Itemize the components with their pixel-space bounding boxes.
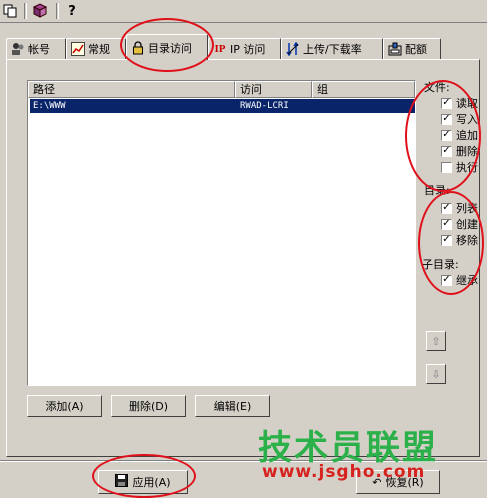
subdirs-options: ✓ 继承 xyxy=(441,272,478,288)
arrow-up-icon: ⇧ xyxy=(431,334,441,348)
checkbox[interactable]: ✓ xyxy=(441,202,452,214)
tab-label: 帐号 xyxy=(28,43,50,56)
apply-button[interactable]: 应用(A) xyxy=(98,470,188,494)
users-icon xyxy=(11,42,25,56)
checkbox-label: 创建 xyxy=(456,218,478,231)
table-row[interactable]: E:\WWW RWAD-LCRI xyxy=(30,99,415,113)
disk-icon xyxy=(115,474,129,490)
checkbox-label: 列表 xyxy=(456,202,478,215)
tab-directory-access[interactable]: 目录访问 xyxy=(126,34,208,60)
perm-append[interactable]: ✓ 追加 xyxy=(441,127,478,143)
checkbox-label: 读取 xyxy=(456,97,478,110)
copy-icon[interactable] xyxy=(0,2,20,20)
checkbox[interactable]: ✓ xyxy=(441,218,452,230)
transfer-icon xyxy=(286,42,300,56)
cell-path: E:\WWW xyxy=(33,101,66,111)
checkbox-label: 追加 xyxy=(456,129,478,142)
tab-label: 目录访问 xyxy=(148,41,192,55)
tab-ip-access[interactable]: IP IP 访问 xyxy=(208,38,281,59)
checkbox-label: 删除 xyxy=(456,145,478,158)
files-options: ✓ 读取 ✓ 写入 ✓ 追加 ✓ 删除 执行 xyxy=(441,95,478,175)
quota-icon xyxy=(388,42,402,56)
perm-list[interactable]: ✓ 列表 xyxy=(441,200,478,216)
checkbox-label: 执行 xyxy=(456,161,478,174)
files-group-label: 文件: xyxy=(424,81,450,94)
checkbox-label: 移除 xyxy=(456,234,478,247)
column-header-access[interactable]: 访问 xyxy=(235,81,312,98)
delete-button[interactable]: 删除(D) xyxy=(111,395,186,417)
perm-delete[interactable]: ✓ 删除 xyxy=(441,143,478,159)
perm-execute[interactable]: 执行 xyxy=(441,159,478,175)
column-header-path[interactable]: 路径 xyxy=(28,81,235,98)
move-up-button[interactable]: ⇧ xyxy=(426,331,446,351)
edit-button[interactable]: 编辑(E) xyxy=(195,395,270,417)
dirs-options: ✓ 列表 ✓ 创建 ✓ 移除 xyxy=(441,200,478,248)
directory-list[interactable]: 路径 访问 组 E:\WWW RWAD-LCRI xyxy=(27,80,416,386)
arrow-down-icon: ⇩ xyxy=(431,367,441,381)
tab-general[interactable]: 常规 xyxy=(66,38,126,59)
dirs-group-label: 目录: xyxy=(424,184,450,197)
watermark-url: www.jsgho.com xyxy=(262,462,426,482)
move-down-button[interactable]: ⇩ xyxy=(426,364,446,384)
perm-remove[interactable]: ✓ 移除 xyxy=(441,232,478,248)
tab-label: IP 访问 xyxy=(230,43,266,56)
subdirs-group-label: 子目录: xyxy=(422,258,459,271)
checkbox-label: 继承 xyxy=(456,274,478,287)
lock-icon xyxy=(131,40,145,55)
tab-label: 配额 xyxy=(405,43,427,56)
tab-label: 上传/下载率 xyxy=(303,43,362,56)
perm-read[interactable]: ✓ 读取 xyxy=(441,95,478,111)
list-header: 路径 访问 组 xyxy=(28,81,415,98)
tab-transfer-rate[interactable]: 上传/下载率 xyxy=(281,38,383,59)
checkbox[interactable]: ✓ xyxy=(441,129,452,141)
book-icon[interactable] xyxy=(30,2,50,20)
checkbox-label: 写入 xyxy=(456,113,478,126)
tab-account[interactable]: 帐号 xyxy=(6,38,66,59)
ip-icon: IP xyxy=(214,43,226,55)
checkbox[interactable] xyxy=(441,161,452,173)
add-button[interactable]: 添加(A) xyxy=(27,395,102,417)
toolbar-separator xyxy=(24,3,27,19)
toolbar-divider xyxy=(0,22,487,23)
cell-access: RWAD-LCRI xyxy=(240,101,289,111)
help-icon[interactable]: ? xyxy=(62,2,82,20)
perm-write[interactable]: ✓ 写入 xyxy=(441,111,478,127)
column-header-group[interactable]: 组 xyxy=(312,81,415,98)
tab-label: 常规 xyxy=(88,43,110,56)
apply-label: 应用(A) xyxy=(132,476,171,489)
checkbox[interactable]: ✓ xyxy=(441,234,452,246)
tab-quota[interactable]: 配额 xyxy=(383,38,441,59)
chart-icon xyxy=(71,42,85,56)
perm-create[interactable]: ✓ 创建 xyxy=(441,216,478,232)
perm-inherit[interactable]: ✓ 继承 xyxy=(441,272,478,288)
checkbox[interactable]: ✓ xyxy=(441,97,452,109)
checkbox[interactable]: ✓ xyxy=(441,113,452,125)
checkbox[interactable]: ✓ xyxy=(441,145,452,157)
toolbar-separator xyxy=(56,3,59,19)
checkbox[interactable]: ✓ xyxy=(441,274,452,286)
